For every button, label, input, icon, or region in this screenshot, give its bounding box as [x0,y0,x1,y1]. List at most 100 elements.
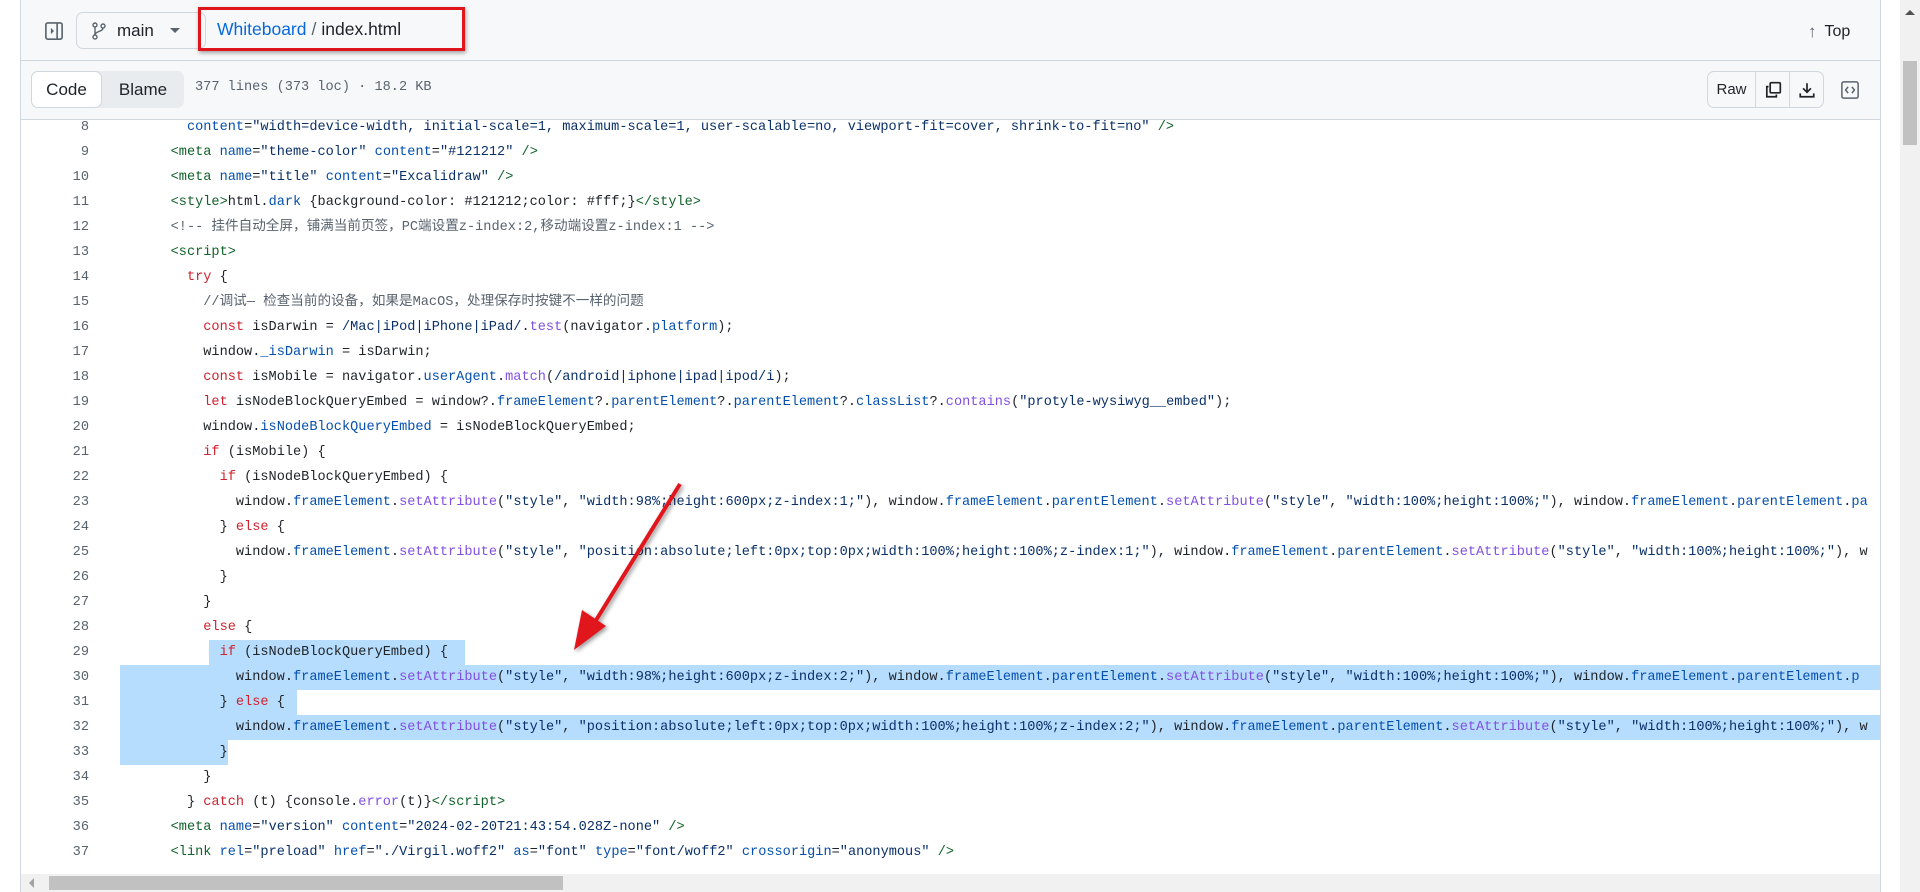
breadcrumb: Whiteboard / index.html [198,7,465,51]
line-number[interactable]: 25 [21,540,89,565]
line-number[interactable]: 17 [21,340,89,365]
line-number[interactable]: 35 [21,790,89,815]
line-number[interactable]: 26 [21,565,89,590]
arrow-up-icon: ↑ [1808,22,1817,41]
code-line: 13 <script> [21,240,1880,265]
code-text: //调试— 检查当前的设备，如果是MacOS，处理保存时按键不一样的问题 [203,295,644,310]
line-number[interactable]: 28 [21,615,89,640]
code-line: 22 if (isNodeBlockQueryEmbed) { [21,465,1880,490]
horizontal-scrollbar[interactable] [21,874,1880,892]
scroll-left-icon[interactable] [29,878,34,888]
code-line: 8 content="width=device-width, initial-s… [21,120,1880,140]
tab-blame[interactable]: Blame [102,71,184,108]
git-branch-icon [92,21,106,40]
breadcrumb-file: index.html [321,18,402,39]
code-line: 15 //调试— 检查当前的设备，如果是MacOS，处理保存时按键不一样的问题 [21,290,1880,315]
code-text: <!-- 挂件自动全屏，铺满当前页签，PC端设置z-index:2,移动端设置z… [170,220,715,235]
branch-selector[interactable]: main [76,12,206,49]
sidebar-expand-icon [45,22,63,40]
code-text: <meta name="version" content="2024-02-20… [170,820,685,835]
branch-name: main [117,20,154,40]
code-line: 11 <style>html.dark {background-color: #… [21,190,1880,215]
raw-button[interactable]: Raw [1708,72,1756,107]
horizontal-scroll-thumb[interactable] [49,876,563,890]
content-right-edge [1880,0,1881,892]
code-line: 19 let isNodeBlockQueryEmbed = window?.f… [21,390,1880,415]
line-number[interactable]: 24 [21,515,89,540]
line-number[interactable]: 12 [21,215,89,240]
code-text: window.frameElement.setAttribute("style"… [138,670,1860,685]
line-number[interactable]: 9 [21,140,89,165]
code-text: window._isDarwin = isDarwin; [138,345,432,360]
code-line: 35 } catch (t) {console.error(t)}</scrip… [21,790,1880,815]
top-button[interactable]: ↑ Top [1808,20,1850,44]
code-text: } else { [138,695,285,710]
code-text: const isMobile = navigator.userAgent.mat… [203,370,791,385]
code-text: } catch (t) {console.error(t)}</script> [138,795,506,810]
line-number[interactable]: 14 [21,265,89,290]
line-number[interactable]: 29 [21,640,89,665]
code-text: } [138,595,212,610]
tab-code[interactable]: Code [31,71,102,108]
line-number[interactable]: 16 [21,315,89,340]
scroll-up-icon[interactable] [1905,10,1915,15]
code-text: else { [203,620,253,635]
code-text: window.frameElement.setAttribute("style"… [138,495,1868,510]
code-text: window.isNodeBlockQueryEmbed = isNodeBlo… [138,420,636,435]
vertical-scrollbar[interactable] [1900,0,1920,892]
line-number[interactable]: 15 [21,290,89,315]
annotation-arrow-icon [574,482,682,650]
code-viewer[interactable]: 7 <meta name="viewport"8 content="width=… [21,120,1880,874]
code-line: 32 window.frameElement.setAttribute("sty… [21,715,1880,740]
line-number[interactable]: 23 [21,490,89,515]
code-text: <link rel="preload" href="./Virgil.woff2… [170,845,955,860]
line-number[interactable]: 10 [21,165,89,190]
line-number[interactable]: 20 [21,415,89,440]
line-number[interactable]: 30 [21,665,89,690]
download-icon [1798,82,1815,98]
line-number[interactable]: 21 [21,440,89,465]
chevron-down-icon [169,28,180,33]
code-line: 28 else { [21,615,1880,640]
breadcrumb-repo-link[interactable]: Whiteboard [217,19,307,40]
line-number[interactable]: 13 [21,240,89,265]
code-square-icon [1841,81,1859,99]
code-text: <meta name="theme-color" content="#12121… [170,145,538,160]
code-text: <style>html.dark {background-color: #121… [170,195,701,210]
copy-button[interactable] [1756,72,1790,107]
line-number[interactable]: 32 [21,715,89,740]
symbols-panel-button[interactable] [1840,80,1860,100]
breadcrumb-separator: / [311,18,317,39]
line-number[interactable]: 8 [21,120,89,140]
code-text: window.frameElement.setAttribute("style"… [138,720,1868,735]
line-number[interactable]: 22 [21,465,89,490]
code-line: 31 } else { [21,690,1880,715]
code-line: 14 try { [21,265,1880,290]
download-button[interactable] [1790,72,1823,107]
code-line: 27 } [21,590,1880,615]
view-mode-tabs: Code Blame [31,71,184,108]
code-line: 12 <!-- 挂件自动全屏，铺满当前页签，PC端设置z-index:2,移动端… [21,215,1880,240]
line-number[interactable]: 36 [21,815,89,840]
code-line: 25 window.frameElement.setAttribute("sty… [21,540,1880,565]
line-number[interactable]: 18 [21,365,89,390]
line-number[interactable]: 27 [21,590,89,615]
line-number[interactable]: 31 [21,690,89,715]
code-text: } else { [138,520,285,535]
code-text: if (isNodeBlockQueryEmbed) { [219,645,449,660]
code-line: 29 if (isNodeBlockQueryEmbed) { [21,640,1880,665]
code-line: 30 window.frameElement.setAttribute("sty… [21,665,1880,690]
copy-icon [1765,81,1781,98]
vertical-scroll-thumb[interactable] [1903,61,1917,145]
sidebar-toggle-button[interactable] [41,18,67,44]
code-text: const isDarwin = /Mac|iPod|iPhone|iPad/.… [203,320,734,335]
line-number[interactable]: 11 [21,190,89,215]
code-text: } [138,770,212,785]
line-number[interactable]: 37 [21,840,89,865]
line-number[interactable]: 19 [21,390,89,415]
line-number[interactable]: 34 [21,765,89,790]
code-text: let isNodeBlockQueryEmbed = window?.fram… [203,395,1232,410]
file-actions: Raw [1707,71,1824,108]
line-number[interactable]: 33 [21,740,89,765]
code-line: 26 } [21,565,1880,590]
